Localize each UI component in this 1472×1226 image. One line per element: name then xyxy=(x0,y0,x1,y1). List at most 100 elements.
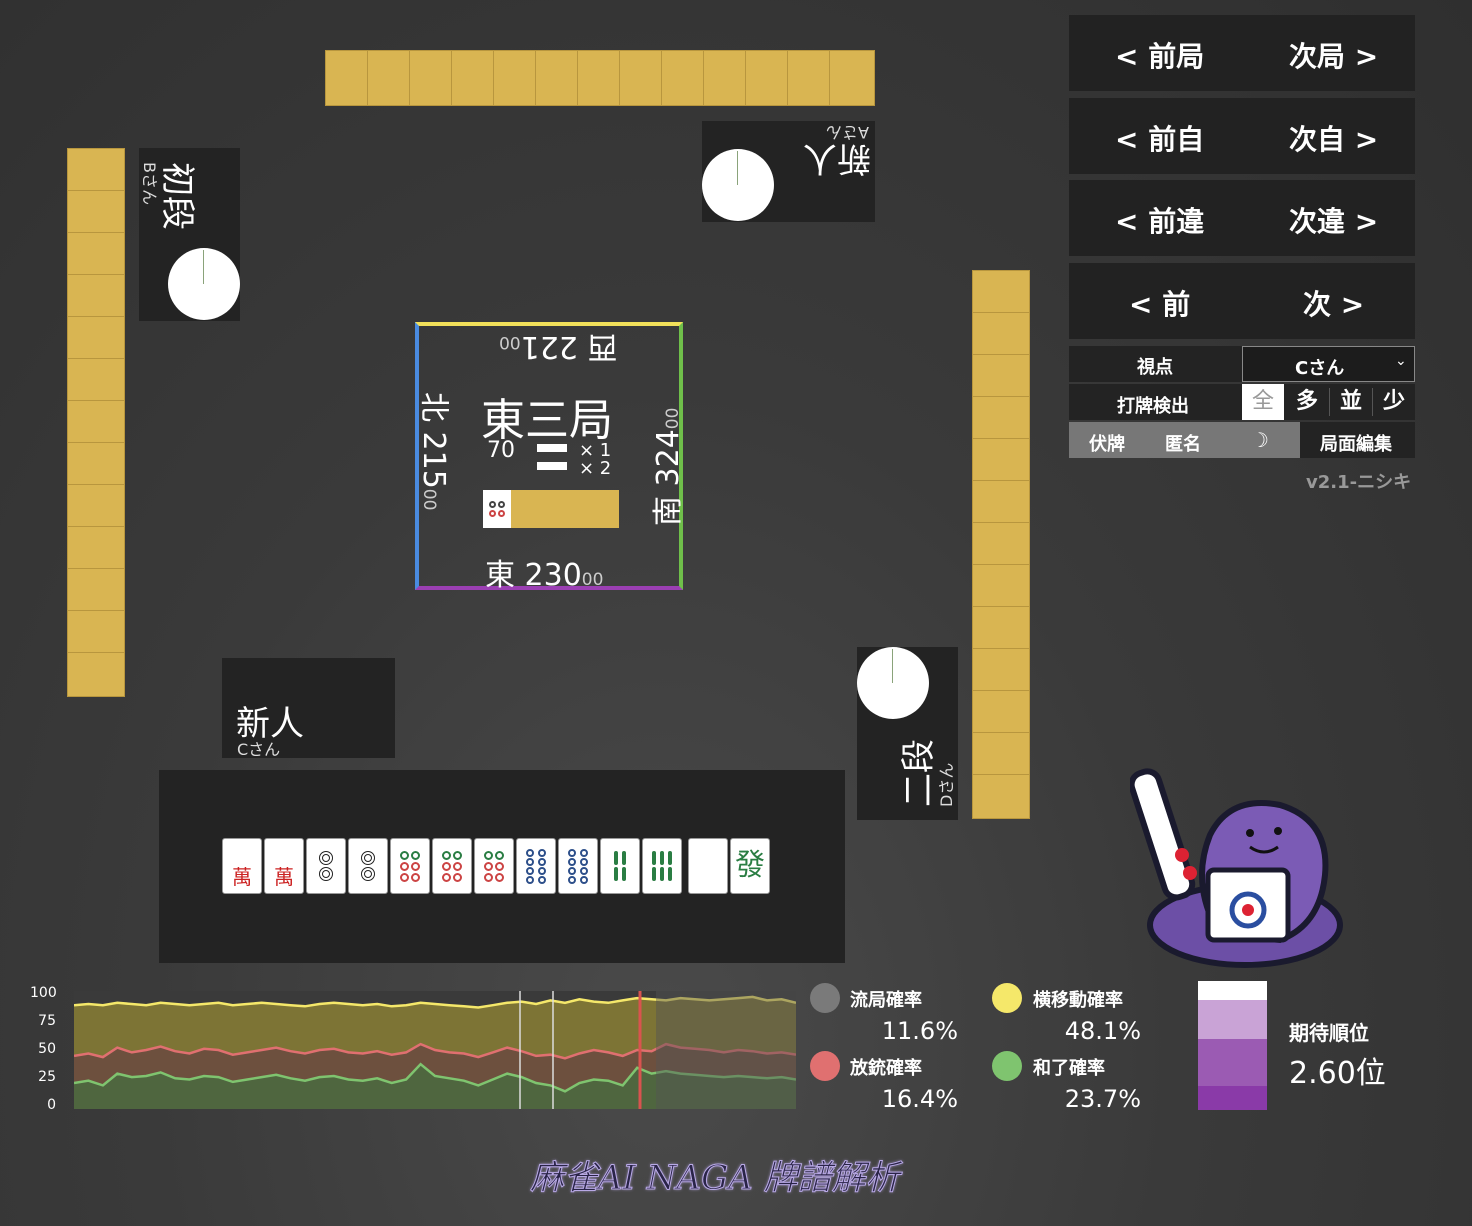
expected-rank-value: 2.60位 xyxy=(1289,1056,1386,1091)
ytick: 100 xyxy=(30,985,57,1001)
tile-back xyxy=(745,50,788,106)
tile-back xyxy=(619,50,662,106)
hand-tile-9man[interactable]: 九萬 xyxy=(264,838,304,894)
win-value: 23.7% xyxy=(1064,1085,1141,1113)
ytick: 25 xyxy=(38,1069,56,1085)
east-score: 東 23000 xyxy=(485,550,603,594)
dealin-value: 16.4% xyxy=(881,1085,958,1113)
win-label: 和了確率 xyxy=(1033,1058,1105,1079)
tile-back xyxy=(972,648,1030,691)
tile-back xyxy=(972,690,1030,733)
south-score-sub: 00 xyxy=(663,407,683,430)
probability-chart: 100 75 50 25 0 xyxy=(30,985,800,1115)
player-right-box: 二段 Dさん xyxy=(857,647,958,820)
tile-back xyxy=(972,564,1030,607)
hand-tile-8pin[interactable] xyxy=(516,838,556,894)
detect-label: 打牌検出 xyxy=(1117,396,1189,417)
tile-back xyxy=(787,50,830,106)
player-self-box: 新人 Cさん xyxy=(222,658,395,759)
player-top-label: 新人 Aさん xyxy=(787,121,875,222)
tile-back xyxy=(367,50,410,106)
anonymous-toggle[interactable]: 匿名 xyxy=(1165,430,1201,456)
tile-back xyxy=(972,606,1030,649)
draw-label: 流局確率 xyxy=(850,990,922,1011)
tile-back xyxy=(972,480,1030,523)
viewpoint-select[interactable]: Cさん ⌄ xyxy=(1242,346,1415,382)
self-nav-button[interactable]: < 前自 次自 > xyxy=(1069,98,1415,174)
hand-tile-green-dragon[interactable]: 發 xyxy=(730,838,770,894)
tile-back xyxy=(493,50,536,106)
hand-tile-6sou[interactable] xyxy=(642,838,682,894)
round-nav-button[interactable]: < 前局 次局 > xyxy=(1069,15,1415,91)
viewpoint-value: Cさん xyxy=(1295,358,1345,379)
next-step-button[interactable]: 次 > xyxy=(1303,283,1364,323)
edit-board-button[interactable]: 局面編集 xyxy=(1300,422,1415,458)
chart-plot[interactable] xyxy=(74,991,796,1109)
step-nav-button[interactable]: < 前 次 > xyxy=(1069,263,1415,339)
ytick: 50 xyxy=(38,1041,56,1057)
tile-back xyxy=(703,50,746,106)
tile-back xyxy=(972,438,1030,481)
next-round-button[interactable]: 次局 > xyxy=(1289,35,1378,75)
south-score-main: 南 324 xyxy=(651,429,686,526)
tile-back xyxy=(972,732,1030,775)
tile-back xyxy=(67,526,125,569)
tile-back xyxy=(67,400,125,443)
dead-wall xyxy=(511,490,619,528)
prev-round-button[interactable]: < 前局 xyxy=(1115,35,1204,75)
detect-row: 打牌検出 全 多 並 少 xyxy=(1069,384,1415,420)
player-top-pie xyxy=(702,149,774,221)
next-diff-button[interactable]: 次違 > xyxy=(1289,200,1378,240)
hand-tile-7pin[interactable] xyxy=(432,838,472,894)
player-left-rank: 初段 xyxy=(157,162,197,230)
tile-back xyxy=(409,50,452,106)
hand-tile-8pin[interactable] xyxy=(558,838,598,894)
expected-rank-label: 期待順位 xyxy=(1289,1021,1369,1045)
tile-back xyxy=(67,358,125,401)
player-right-name: Dさん xyxy=(937,762,956,807)
player-left-label: 初段 Bさん xyxy=(139,148,240,248)
diff-nav-button[interactable]: < 前違 次違 > xyxy=(1069,180,1415,256)
hand-tile-6pin[interactable] xyxy=(390,838,430,894)
chevron-down-icon: ⌄ xyxy=(1395,353,1407,369)
detect-option-normal[interactable]: 並 xyxy=(1330,384,1372,420)
detect-option-all[interactable]: 全 xyxy=(1242,384,1284,420)
hand-tile-2pin[interactable] xyxy=(306,838,346,894)
detect-option-few[interactable]: 少 xyxy=(1373,384,1415,420)
south-score: 南 32400 xyxy=(643,408,687,526)
north-score-main: 北 215 xyxy=(416,392,451,489)
north-score: 北 21500 xyxy=(415,392,459,510)
player-left-pie xyxy=(168,248,240,320)
viewpoint-row: 視点 Cさん ⌄ xyxy=(1069,346,1415,382)
prev-step-button[interactable]: < 前 xyxy=(1129,283,1190,323)
dealin-label: 放銃確率 xyxy=(850,1058,922,1079)
tile-back xyxy=(67,568,125,611)
player-right-pie xyxy=(857,647,929,719)
detect-option-many[interactable]: 多 xyxy=(1286,384,1328,420)
moon-icon[interactable]: ☽ xyxy=(1251,428,1269,452)
hand-tile-south[interactable]: 南 xyxy=(688,838,728,894)
tile-back xyxy=(67,274,125,317)
north-score-sub: 00 xyxy=(419,488,439,511)
next-self-button[interactable]: 次自 > xyxy=(1289,118,1378,158)
player-left-box: 初段 Bさん xyxy=(139,148,240,321)
tile-back xyxy=(972,270,1030,313)
hand-tile-2pin[interactable] xyxy=(348,838,388,894)
tile-back xyxy=(972,396,1030,439)
tile-back xyxy=(67,232,125,275)
west-score-sub: 00 xyxy=(499,332,521,352)
viewpoint-label: 視点 xyxy=(1137,357,1173,378)
prev-diff-button[interactable]: < 前違 xyxy=(1115,200,1204,240)
lateral-value: 48.1% xyxy=(1064,1017,1141,1045)
hand-tile-7pin[interactable] xyxy=(474,838,514,894)
tile-back xyxy=(67,442,125,485)
ytick: 75 xyxy=(38,1013,56,1029)
player-left-name: Bさん xyxy=(140,162,159,205)
hide-tiles-toggle[interactable]: 伏牌 xyxy=(1089,430,1125,456)
tile-back xyxy=(535,50,578,106)
hand-tile-1man[interactable]: 一萬 xyxy=(222,838,262,894)
prev-self-button[interactable]: < 前自 xyxy=(1115,118,1204,158)
tile-back xyxy=(67,484,125,527)
future-shade xyxy=(656,991,796,1109)
hand-tile-4sou[interactable] xyxy=(600,838,640,894)
